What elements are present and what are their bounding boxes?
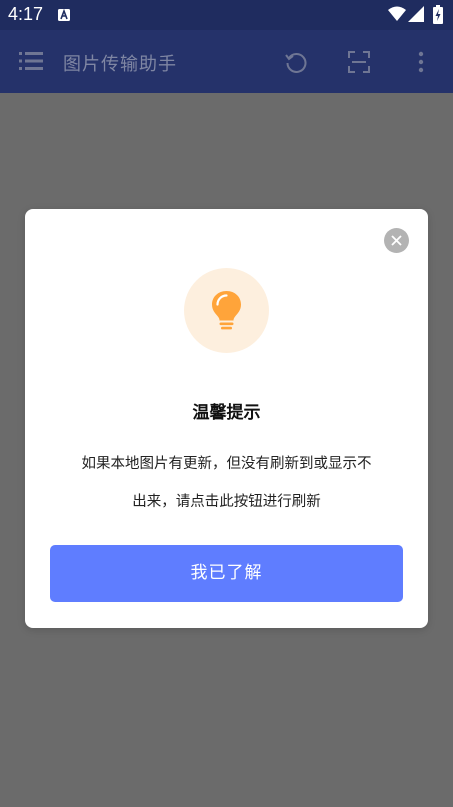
tip-dialog: 温馨提示 如果本地图片有更新，但没有刷新到或显示不 出来，请点击此按钮进行刷新 … [25, 209, 428, 628]
more-vert-icon[interactable] [414, 50, 428, 74]
close-icon [391, 235, 402, 246]
dialog-close-button[interactable] [384, 228, 409, 253]
wifi-icon [388, 6, 406, 21]
app-toolbar: 图片传输助手 [0, 30, 453, 93]
refresh-icon[interactable] [284, 50, 308, 74]
menu-icon[interactable] [19, 50, 43, 72]
status-time: 4:17 [8, 4, 44, 24]
signal-icon [408, 6, 424, 22]
lightbulb-badge [184, 268, 269, 353]
dialog-message-line1: 如果本地图片有更新，但没有刷新到或显示不 [81, 456, 372, 472]
lightbulb-icon [212, 291, 241, 330]
scan-icon[interactable] [348, 51, 370, 73]
dialog-title: 温馨提示 [192, 403, 261, 423]
a-notification-icon [58, 9, 70, 21]
dialog-message: 如果本地图片有更新，但没有刷新到或显示不 出来，请点击此按钮进行刷新 [55, 445, 398, 521]
dialog-message-line2: 出来，请点击此按钮进行刷新 [132, 494, 321, 510]
app-title: 图片传输助手 [63, 54, 177, 75]
status-bar: 4:17 [0, 0, 453, 30]
confirm-button[interactable]: 我已了解 [50, 545, 403, 602]
battery-charging-icon [433, 5, 443, 24]
